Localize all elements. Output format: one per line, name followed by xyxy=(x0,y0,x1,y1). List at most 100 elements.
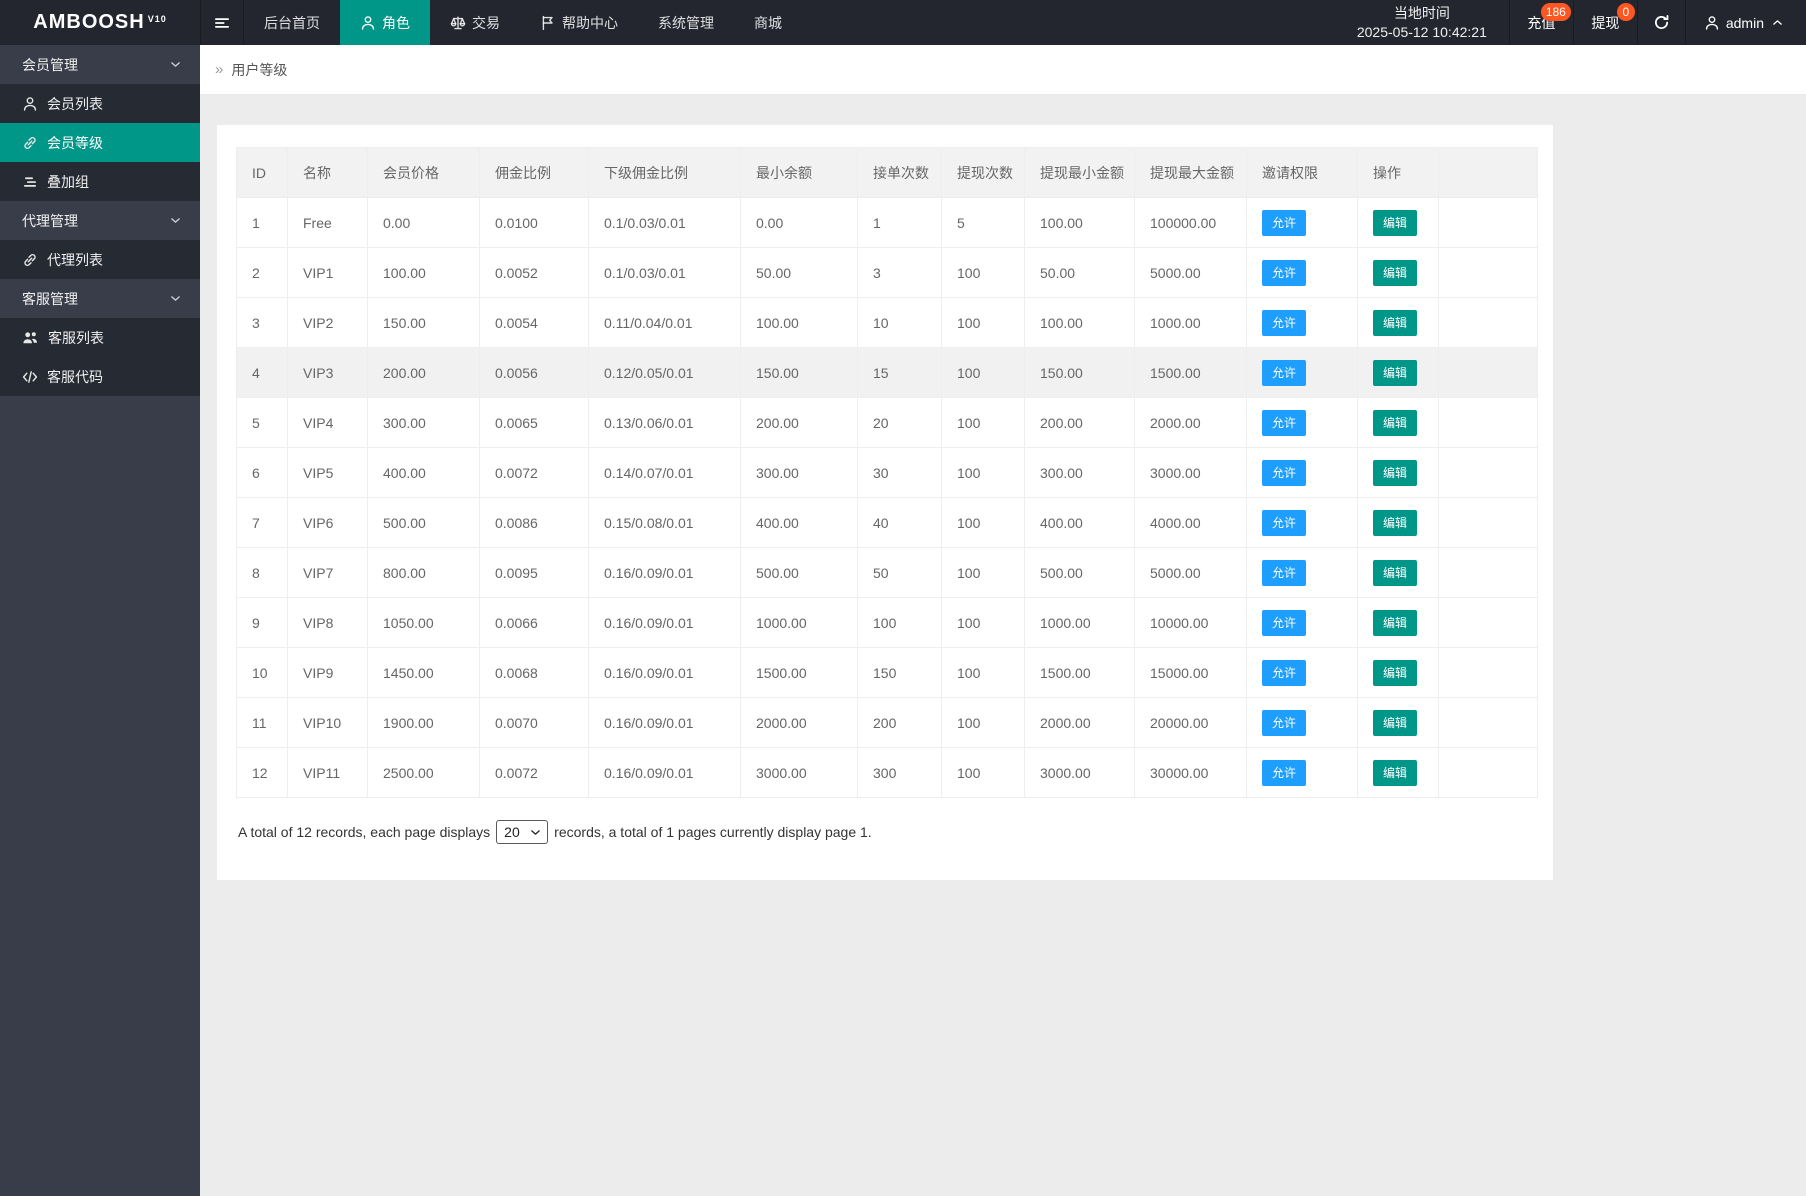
edit-button[interactable]: 编辑 xyxy=(1373,510,1417,536)
empty-cell xyxy=(1439,298,1538,348)
list-icon xyxy=(22,174,38,190)
person-icon xyxy=(360,15,376,31)
table-cell: 200 xyxy=(858,698,942,748)
column-header: 提现最小金额 xyxy=(1025,148,1135,198)
table-cell: VIP5 xyxy=(288,448,368,498)
top-nav-item-label: 交易 xyxy=(472,13,500,33)
table-cell: 2000.00 xyxy=(741,698,858,748)
table-cell: 3000.00 xyxy=(1025,748,1135,798)
sidebar-item[interactable]: 会员等级 xyxy=(0,123,200,162)
withdraw-button[interactable]: 提现 0 xyxy=(1573,0,1637,45)
invite-permission-cell: 允许 xyxy=(1247,198,1358,248)
top-nav-item[interactable]: 系统管理 xyxy=(638,0,734,45)
sidebar-item[interactable]: 客服列表 xyxy=(0,318,200,357)
sidebar-item[interactable]: 代理管理 xyxy=(0,201,200,240)
column-header: 名称 xyxy=(288,148,368,198)
table-cell: 100 xyxy=(942,748,1025,798)
edit-button[interactable]: 编辑 xyxy=(1373,310,1417,336)
edit-button[interactable]: 编辑 xyxy=(1373,560,1417,586)
invite-permission-cell: 允许 xyxy=(1247,648,1358,698)
table-cell: 0.16/0.09/0.01 xyxy=(589,598,741,648)
table-row: 1Free0.000.01000.1/0.03/0.010.0015100.00… xyxy=(237,198,1538,248)
pagination-bar: A total of 12 records, each page display… xyxy=(236,820,1538,844)
table-cell: 20000.00 xyxy=(1135,698,1247,748)
top-nav-item[interactable]: 帮助中心 xyxy=(520,0,638,45)
edit-button[interactable]: 编辑 xyxy=(1373,360,1417,386)
table-cell: 150.00 xyxy=(1025,348,1135,398)
sidebar-item-label: 会员管理 xyxy=(22,55,78,75)
edit-button[interactable]: 编辑 xyxy=(1373,710,1417,736)
column-header: 接单次数 xyxy=(858,148,942,198)
allow-button[interactable]: 允许 xyxy=(1262,460,1306,486)
chevron-up-icon xyxy=(1771,16,1784,29)
table-cell: VIP9 xyxy=(288,648,368,698)
table-cell: 800.00 xyxy=(368,548,480,598)
allow-button[interactable]: 允许 xyxy=(1262,410,1306,436)
table-cell: 50.00 xyxy=(1025,248,1135,298)
edit-button[interactable]: 编辑 xyxy=(1373,460,1417,486)
empty-cell xyxy=(1439,398,1538,448)
recharge-badge: 186 xyxy=(1541,3,1571,21)
empty-cell xyxy=(1439,198,1538,248)
edit-button[interactable]: 编辑 xyxy=(1373,260,1417,286)
table-cell: 2000.00 xyxy=(1135,398,1247,448)
page-size-select[interactable]: 20 xyxy=(496,820,548,844)
allow-button[interactable]: 允许 xyxy=(1262,510,1306,536)
allow-button[interactable]: 允许 xyxy=(1262,360,1306,386)
table-cell: 1500.00 xyxy=(1025,648,1135,698)
sidebar-item[interactable]: 叠加组 xyxy=(0,162,200,201)
edit-button[interactable]: 编辑 xyxy=(1373,610,1417,636)
top-nav-item[interactable]: 角色 xyxy=(340,0,430,45)
edit-button[interactable]: 编辑 xyxy=(1373,210,1417,236)
top-nav-item-label: 后台首页 xyxy=(264,13,320,33)
table-cell: VIP6 xyxy=(288,498,368,548)
allow-button[interactable]: 允许 xyxy=(1262,260,1306,286)
allow-button[interactable]: 允许 xyxy=(1262,660,1306,686)
table-cell: 3000.00 xyxy=(1135,448,1247,498)
table-cell: 1000.00 xyxy=(1135,298,1247,348)
admin-menu[interactable]: admin xyxy=(1685,0,1806,45)
sidebar-item[interactable]: 会员列表 xyxy=(0,84,200,123)
empty-cell xyxy=(1439,348,1538,398)
refresh-button[interactable] xyxy=(1637,0,1685,45)
sidebar-item[interactable]: 代理列表 xyxy=(0,240,200,279)
allow-button[interactable]: 允许 xyxy=(1262,560,1306,586)
table-cell: 300.00 xyxy=(1025,448,1135,498)
table-cell: 0.0065 xyxy=(480,398,589,448)
link-icon xyxy=(22,252,38,268)
edit-button[interactable]: 编辑 xyxy=(1373,760,1417,786)
top-nav-item[interactable]: 交易 xyxy=(430,0,520,45)
edit-button[interactable]: 编辑 xyxy=(1373,660,1417,686)
top-nav-item[interactable]: 后台首页 xyxy=(244,0,340,45)
allow-button[interactable]: 允许 xyxy=(1262,710,1306,736)
allow-button[interactable]: 允许 xyxy=(1262,210,1306,236)
sidebar-item[interactable]: 客服管理 xyxy=(0,279,200,318)
table-cell: 300.00 xyxy=(368,398,480,448)
invite-permission-cell: 允许 xyxy=(1247,248,1358,298)
table-cell: 0.0054 xyxy=(480,298,589,348)
invite-permission-cell: 允许 xyxy=(1247,498,1358,548)
table-cell: 40 xyxy=(858,498,942,548)
table-cell: VIP3 xyxy=(288,348,368,398)
sidebar-item[interactable]: 客服代码 xyxy=(0,357,200,396)
table-cell: 50 xyxy=(858,548,942,598)
pagination-suffix: records, a total of 1 pages currently di… xyxy=(554,824,872,840)
table-cell: VIP11 xyxy=(288,748,368,798)
sidebar-collapse-button[interactable] xyxy=(200,0,244,45)
sidebar-item[interactable]: 会员管理 xyxy=(0,45,200,84)
invite-permission-cell: 允许 xyxy=(1247,298,1358,348)
action-cell: 编辑 xyxy=(1358,648,1439,698)
withdraw-badge: 0 xyxy=(1617,3,1635,21)
allow-button[interactable]: 允许 xyxy=(1262,760,1306,786)
recharge-button[interactable]: 充值 186 xyxy=(1509,0,1573,45)
table-cell: 100 xyxy=(942,598,1025,648)
allow-button[interactable]: 允许 xyxy=(1262,610,1306,636)
top-nav-item[interactable]: 商城 xyxy=(734,0,802,45)
table-cell: 0.13/0.06/0.01 xyxy=(589,398,741,448)
table-cell: 10000.00 xyxy=(1135,598,1247,648)
action-cell: 编辑 xyxy=(1358,448,1439,498)
table-cell: VIP2 xyxy=(288,298,368,348)
table-cell: 15 xyxy=(858,348,942,398)
allow-button[interactable]: 允许 xyxy=(1262,310,1306,336)
edit-button[interactable]: 编辑 xyxy=(1373,410,1417,436)
